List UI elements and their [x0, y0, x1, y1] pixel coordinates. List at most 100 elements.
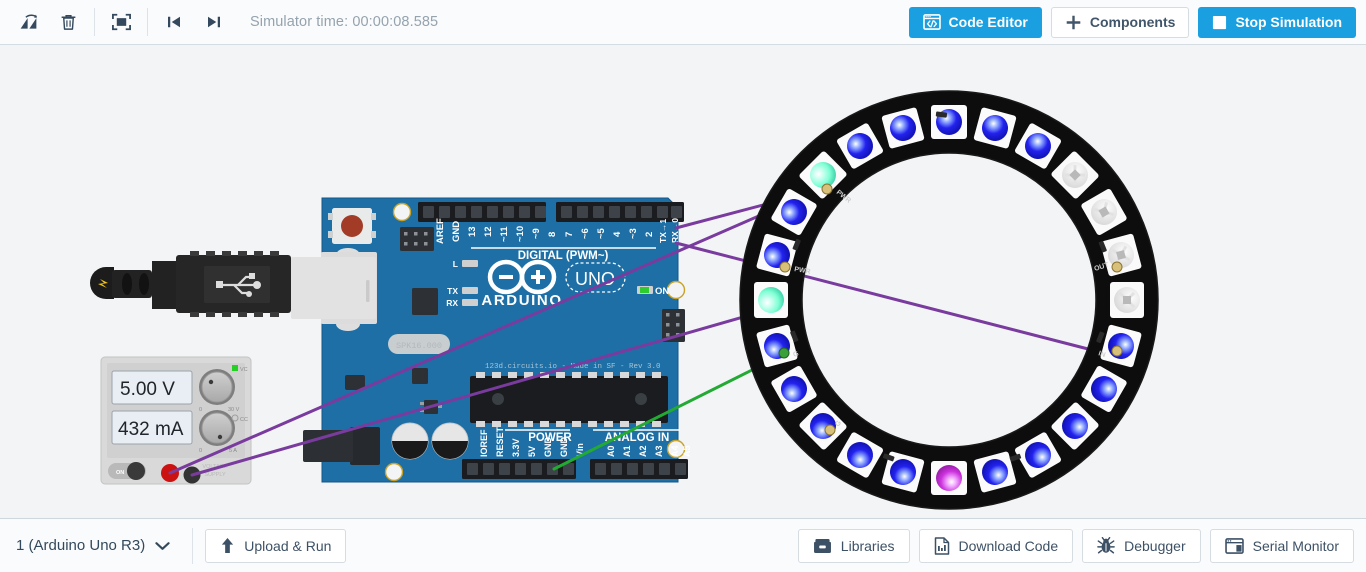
- plus-icon: [1065, 14, 1082, 31]
- wire-ring-in[interactable]: [674, 241, 1094, 352]
- svg-text:A2: A2: [638, 445, 648, 457]
- svg-text:8: 8: [547, 232, 558, 237]
- download-code-button[interactable]: Download Code: [918, 528, 1074, 563]
- top-actions: Code Editor Components Stop Simulation: [908, 6, 1358, 38]
- skip-back-glyph: [165, 13, 183, 31]
- simulator-time: Simulator time: 00:00:08.585: [250, 14, 439, 30]
- svg-text:~10: ~10: [515, 226, 526, 242]
- rotate-icon[interactable]: [8, 7, 48, 37]
- ps-footer-line2: SUPPLY: [204, 472, 226, 478]
- analog-header[interactable]: [590, 459, 688, 479]
- power-switch[interactable]: ON: [108, 462, 146, 480]
- components-button[interactable]: Components: [1050, 6, 1190, 38]
- svg-text:A0: A0: [606, 445, 616, 457]
- svg-text:AREF: AREF: [435, 218, 446, 244]
- on-led-label: ON: [655, 286, 669, 297]
- top-toolbar: Simulator time: 00:00:08.585 Code Editor: [0, 0, 1366, 45]
- fit-glyph: [111, 13, 132, 31]
- download-code-icon: [934, 536, 950, 555]
- mounting-hole: [392, 202, 412, 222]
- bottom-actions: Libraries Download Code Debugger Serial …: [797, 528, 1354, 563]
- serial-monitor-icon: [1224, 537, 1244, 554]
- svg-text:RESET: RESET: [495, 426, 505, 457]
- libraries-icon: [813, 538, 832, 554]
- trash-glyph: [59, 12, 78, 32]
- crystal-oscillator: SPK16.000: [388, 334, 450, 354]
- reset-button[interactable]: [328, 208, 376, 244]
- pixel: [1110, 282, 1144, 318]
- current-value: 432 mA: [118, 419, 184, 440]
- serial-monitor-button[interactable]: Serial Monitor: [1209, 528, 1354, 563]
- svg-text:5V: 5V: [527, 446, 537, 457]
- svg-text:GND: GND: [451, 221, 462, 242]
- pad-gnd-bottom[interactable]: [824, 424, 836, 436]
- skip-forward-glyph: [205, 13, 223, 31]
- pixels: [754, 105, 1144, 495]
- smd-ic: [412, 368, 428, 384]
- mounting-hole: [384, 462, 404, 482]
- svg-text:~3: ~3: [628, 228, 639, 239]
- svg-text:3.3V: 3.3V: [511, 438, 521, 457]
- svg-text:12: 12: [483, 226, 494, 237]
- pad-gnd-left[interactable]: [778, 347, 790, 359]
- pad-in[interactable]: [1111, 345, 1123, 357]
- step-back-icon[interactable]: [154, 7, 194, 37]
- circuit-canvas[interactable]: AREF GND 13 12 ~11 ~10 ~9 8 7 ~6 ~5 4 ~3…: [0, 45, 1366, 518]
- pad-out[interactable]: [1111, 261, 1123, 273]
- vc-label: VC: [240, 367, 248, 373]
- simulator-app: Simulator time: 00:00:08.585 Code Editor: [0, 0, 1366, 572]
- usb-controller-ic: [412, 288, 438, 315]
- stop-icon: [1212, 15, 1227, 30]
- voltage-value: 5.00 V: [120, 379, 175, 400]
- edit-tools-group: [8, 7, 88, 37]
- toolbar-divider-1: [94, 8, 95, 36]
- svg-text:RX: RX: [446, 298, 458, 308]
- arduino-uno-board[interactable]: AREF GND 13 12 ~11 ~10 ~9 8 7 ~6 ~5 4 ~3…: [303, 197, 692, 483]
- svg-text:A5: A5: [682, 445, 692, 457]
- svg-text:IOREF: IOREF: [479, 429, 489, 457]
- neopixel-ring[interactable]: PWR PWR G G OUT IN: [739, 90, 1159, 510]
- svg-text:TX→1: TX→1: [658, 219, 668, 243]
- stop-simulation-button[interactable]: Stop Simulation: [1198, 6, 1356, 38]
- voltage-knob-max: 30 V: [228, 407, 240, 413]
- code-editor-label: Code Editor: [948, 14, 1028, 30]
- step-forward-icon[interactable]: [194, 7, 234, 37]
- svg-text:13: 13: [467, 226, 478, 237]
- current-display: 432 mA: [111, 410, 193, 445]
- upload-run-button[interactable]: Upload & Run: [205, 528, 347, 563]
- rotate-glyph: [18, 12, 39, 33]
- pad-pwr-mid[interactable]: [779, 261, 791, 273]
- upload-run-label: Upload & Run: [244, 537, 332, 554]
- code-editor-icon: [922, 14, 941, 30]
- current-knob-max: 5 A: [229, 448, 237, 454]
- delete-icon[interactable]: [48, 7, 88, 37]
- svg-text:~11: ~11: [499, 226, 510, 242]
- board-selector[interactable]: 1 (Arduino Uno R3): [12, 528, 180, 564]
- libraries-button[interactable]: Libraries: [797, 528, 910, 563]
- power-header[interactable]: [462, 459, 576, 479]
- svg-text:A3: A3: [654, 445, 664, 457]
- stop-simulation-label: Stop Simulation: [1235, 14, 1342, 30]
- voltage-knob-min: 0: [199, 407, 202, 413]
- bottom-divider: [192, 527, 194, 564]
- svg-text:~6: ~6: [580, 228, 591, 239]
- svg-text:4: 4: [612, 231, 623, 237]
- circuit-svg: AREF GND 13 12 ~11 ~10 ~9 8 7 ~6 ~5 4 ~3…: [90, 90, 1159, 510]
- power-header-label: POWER: [528, 432, 572, 444]
- debugger-label: Debugger: [1124, 537, 1186, 554]
- serial-monitor-label: Serial Monitor: [1252, 537, 1339, 554]
- download-code-label: Download Code: [958, 537, 1059, 554]
- debugger-button[interactable]: Debugger: [1082, 528, 1201, 563]
- power-switch-label: ON: [116, 470, 124, 476]
- svg-text:L: L: [453, 259, 458, 269]
- pad-pwr-top[interactable]: [821, 183, 833, 195]
- transport-group: [154, 7, 234, 37]
- code-editor-button[interactable]: Code Editor: [908, 6, 1042, 38]
- usb-cable[interactable]: [90, 251, 376, 319]
- icsp2-header: [400, 227, 434, 251]
- chevron-down-icon: [155, 541, 170, 551]
- atmega-microcontroller: [470, 372, 668, 427]
- fit-to-screen-icon[interactable]: [101, 7, 141, 37]
- current-knob-min: 0: [199, 448, 202, 454]
- digital-header-label: DIGITAL (PWM~): [518, 250, 609, 262]
